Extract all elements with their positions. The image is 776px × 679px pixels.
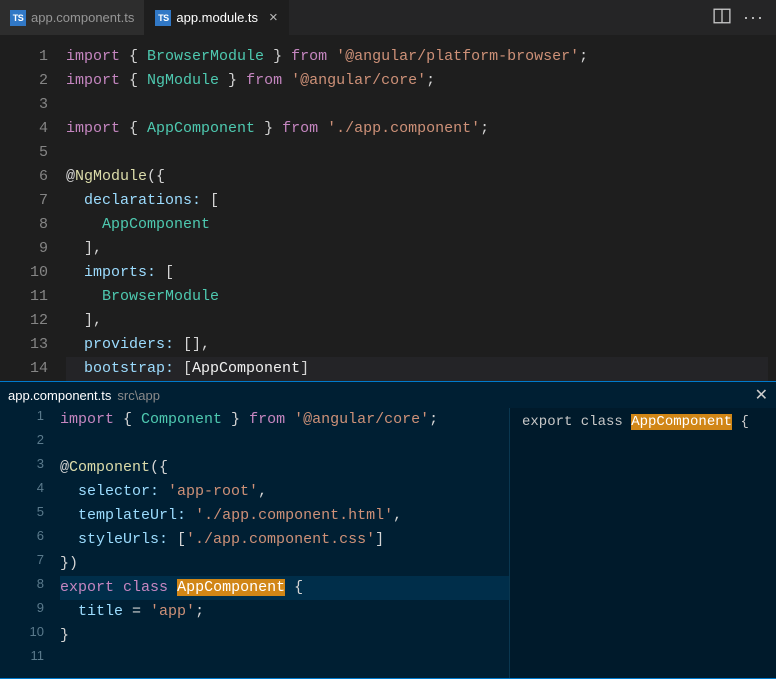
tab-label: app.component.ts (31, 10, 134, 25)
peek-panel: app.component.ts src\app ✕ 1 2 3 4 5 6 7… (0, 381, 776, 679)
tab-bar: TS app.component.ts TS app.module.ts × ·… (0, 0, 776, 35)
tab-app-component[interactable]: TS app.component.ts (0, 0, 145, 35)
tab-app-module[interactable]: TS app.module.ts × (145, 0, 288, 35)
code[interactable]: import { Component } from '@angular/core… (60, 408, 509, 678)
gutter: 1 2 3 4 5 6 7 8 9 10 11 12 13 14 (0, 45, 66, 381)
tab-label: app.module.ts (176, 10, 258, 25)
close-icon[interactable]: × (269, 9, 278, 26)
typescript-icon: TS (155, 10, 171, 26)
typescript-icon: TS (10, 10, 26, 26)
code[interactable]: import { BrowserModule } from '@angular/… (66, 45, 776, 381)
editor-main[interactable]: 1 2 3 4 5 6 7 8 9 10 11 12 13 14 import … (0, 35, 776, 381)
peek-header: app.component.ts src\app ✕ (0, 382, 776, 408)
split-editor-icon[interactable] (713, 7, 731, 28)
more-icon[interactable]: ··· (743, 7, 764, 28)
peek-references: export class AppComponent { (510, 408, 776, 678)
peek-path: src\app (117, 388, 160, 403)
peek-editor[interactable]: 1 2 3 4 5 6 7 8 9 10 11 import { Compone… (0, 408, 510, 678)
editor-actions: ··· (701, 0, 776, 35)
close-icon[interactable]: ✕ (755, 385, 768, 405)
reference-item[interactable]: export class AppComponent { (518, 412, 768, 432)
gutter: 1 2 3 4 5 6 7 8 9 10 11 (0, 408, 60, 678)
peek-title: app.component.ts (8, 388, 111, 403)
